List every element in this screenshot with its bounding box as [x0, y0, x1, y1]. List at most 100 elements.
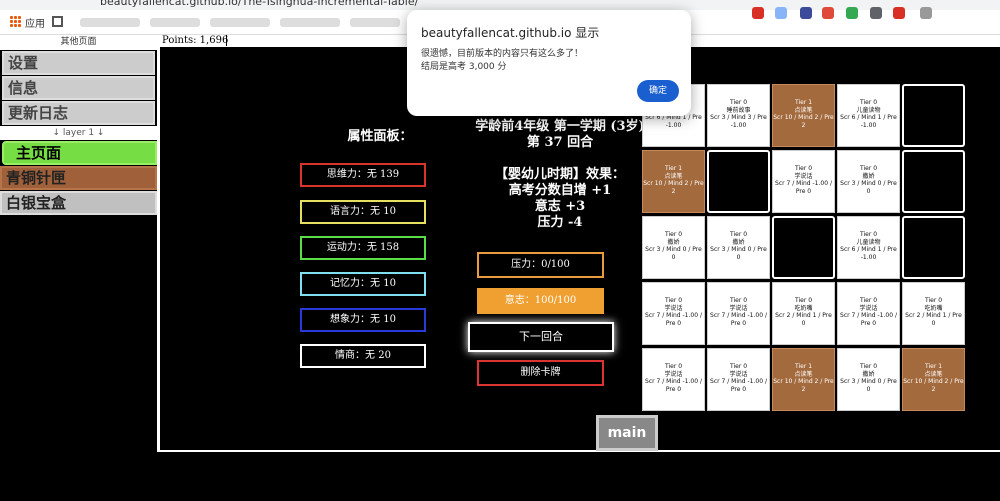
empty-card-slot[interactable]	[772, 216, 835, 279]
layer-label: ↓ layer 1 ↓	[0, 126, 157, 140]
card[interactable]: Tier 0 学说话 Scr 7 / Mind -1.00 / Pre 0	[772, 150, 835, 213]
bronze-box-tab[interactable]: 青铜针匣	[0, 166, 157, 190]
extension-icon[interactable]	[893, 7, 905, 19]
card-stats: Scr 7 / Mind -1.00 / Pre 0	[775, 180, 832, 195]
card[interactable]: Tier 0 学说话 Scr 7 / Mind -1.00 / Pre 0	[642, 282, 705, 345]
card-stats: Scr 3 / Mind 0 / Pre 0	[645, 246, 702, 261]
card-tier: Tier 1	[794, 363, 813, 370]
card-name: 吃奶嘴	[924, 304, 943, 312]
tab-grid-icon[interactable]	[52, 16, 63, 27]
card-stats: Scr 3 / Mind 3 / Pre -1.00	[710, 114, 767, 129]
extension-icon[interactable]	[775, 7, 787, 19]
card-stats: Scr 10 / Mind 2 / Pre 2	[643, 180, 704, 195]
attribute-language: 语言力：无 10	[300, 200, 426, 224]
changelog-button[interactable]: 更新日志	[2, 101, 155, 125]
extension-icon[interactable]	[822, 7, 834, 19]
alert-dialog: beautyfallencat.github.io 显示 很遗憾，目前版本的内容…	[407, 10, 691, 116]
apps-icon[interactable]	[10, 16, 21, 27]
card-tier: Tier 0	[794, 165, 813, 172]
card-tier: Tier 0	[729, 363, 748, 370]
dialog-title: beautyfallencat.github.io 显示	[421, 26, 600, 40]
card[interactable]: Tier 0 撒娇 Scr 3 / Mind 0 / Pre 0	[707, 216, 770, 279]
card[interactable]: Tier 0 学说话 Scr 7 / Mind -1.00 / Pre 0	[642, 348, 705, 411]
effects-info: 【婴幼儿时期】效果： 高考分数自增 +1 意志 +3 压力 -4	[450, 167, 670, 231]
card[interactable]: Tier 0 儿童读物 Scr 6 / Mind 1 / Pre -1.00	[837, 84, 900, 147]
main-page-tab[interactable]: 主页面	[2, 141, 157, 165]
card-tier: Tier 0	[924, 297, 943, 304]
will-button[interactable]: 意志：100/100	[477, 288, 604, 314]
bookmark-apps[interactable]: 应用	[25, 15, 45, 30]
card[interactable]: Tier 1 点读笔 Scr 10 / Mind 2 / Pre 2	[642, 150, 705, 213]
attribute-thinking: 思维力：无 139	[300, 163, 426, 187]
card[interactable]: Tier 0 撒娇 Scr 3 / Mind 0 / Pre 0	[642, 216, 705, 279]
empty-card-slot[interactable]	[707, 150, 770, 213]
card-tier: Tier 0	[859, 99, 878, 106]
effect-line: 意志 +3	[534, 199, 586, 214]
card-tier: Tier 0	[794, 297, 813, 304]
card[interactable]: Tier 0 儿童读物 Scr 6 / Mind 1 / Pre -1.00	[837, 216, 900, 279]
card[interactable]: Tier 1 点读笔 Scr 10 / Mind 2 / Pre 2	[902, 348, 965, 411]
pressure-button[interactable]: 压力：0/100	[477, 252, 604, 278]
extension-icon[interactable]	[846, 7, 858, 19]
extension-icon[interactable]	[752, 7, 764, 19]
card-name: 撒娇	[862, 172, 875, 180]
sidebar-header: 其他页面	[0, 35, 157, 50]
url-text[interactable]: beautyfallencat.github.io/The-Tsinghua-I…	[100, 0, 418, 8]
extension-icon[interactable]	[870, 7, 882, 19]
extension-icon[interactable]	[800, 7, 812, 19]
card-stats: Scr 3 / Mind 0 / Pre 0	[840, 180, 897, 195]
extension-icon[interactable]	[920, 7, 932, 19]
empty-card-slot[interactable]	[902, 150, 965, 213]
card-stats: Scr 6 / Mind 1 / Pre -1.00	[840, 114, 897, 129]
silver-box-tab[interactable]: 白银宝盒	[0, 191, 157, 215]
card-name: 撒娇	[667, 238, 680, 246]
attribute-imagination: 想象力：无 10	[300, 308, 426, 332]
round-text: 第 37 回合	[526, 135, 594, 150]
card-stats: Scr 7 / Mind -1.00 / Pre 0	[710, 378, 767, 393]
card-name: 儿童读物	[856, 238, 881, 246]
card-stats: Scr 6 / Mind 1 / Pre -1.00	[840, 246, 897, 261]
card-stats: Scr 7 / Mind -1.00 / Pre 0	[645, 378, 702, 393]
card-name: 睡前故事	[726, 106, 751, 114]
attribute-motor: 运动力：无 158	[300, 236, 426, 260]
empty-card-slot[interactable]	[902, 84, 965, 147]
bookmark-item[interactable]	[80, 18, 140, 27]
card-name: 学说话	[729, 370, 748, 378]
card-name: 儿童读物	[856, 106, 881, 114]
card-name: 学说话	[664, 370, 683, 378]
card[interactable]: Tier 0 吃奶嘴 Scr 2 / Mind 1 / Pre 0	[772, 282, 835, 345]
effect-line: 压力 -4	[537, 215, 583, 230]
delete-card-button[interactable]: 删除卡牌	[477, 360, 604, 386]
card-stats: Scr 6 / Mind 1 / Pre -1.00	[645, 114, 702, 129]
card[interactable]: Tier 0 睡前故事 Scr 3 / Mind 3 / Pre -1.00	[707, 84, 770, 147]
card[interactable]: Tier 1 点读笔 Scr 10 / Mind 2 / Pre 2	[772, 348, 835, 411]
card[interactable]: Tier 0 学说话 Scr 7 / Mind -1.00 / Pre 0	[707, 348, 770, 411]
card[interactable]: Tier 0 撒娇 Scr 3 / Mind 0 / Pre 0	[837, 150, 900, 213]
card-tier: Tier 0	[729, 297, 748, 304]
card[interactable]: Tier 0 学说话 Scr 7 / Mind -1.00 / Pre 0	[707, 282, 770, 345]
bookmark-item[interactable]	[350, 18, 400, 27]
card[interactable]: Tier 0 吃奶嘴 Scr 2 / Mind 1 / Pre 0	[902, 282, 965, 345]
card-stats: Scr 7 / Mind -1.00 / Pre 0	[710, 312, 767, 327]
card-stats: Scr 2 / Mind 1 / Pre 0	[905, 312, 962, 327]
next-round-button[interactable]: 下一回合	[468, 322, 614, 352]
bookmark-item[interactable]	[210, 18, 270, 27]
attribute-eq: 情商：无 20	[300, 344, 426, 368]
settings-button[interactable]: 设置	[2, 51, 155, 75]
card-stats: Scr 7 / Mind -1.00 / Pre 0	[645, 312, 702, 327]
dialog-ok-button[interactable]: 确定	[637, 80, 679, 102]
card-stats: Scr 7 / Mind -1.00 / Pre 0	[840, 312, 897, 327]
card[interactable]: Tier 0 学说话 Scr 7 / Mind -1.00 / Pre 0	[837, 282, 900, 345]
points-divider	[226, 35, 227, 46]
card-grid: Tier 0睡前故事Scr 6 / Mind 1 / Pre -1.00Tier…	[642, 84, 968, 414]
card[interactable]: Tier 0 撒娇 Scr 3 / Mind 0 / Pre 0	[837, 348, 900, 411]
main-tab-button[interactable]: main	[596, 415, 658, 451]
card-stats: Scr 10 / Mind 2 / Pre 2	[903, 378, 964, 393]
bookmark-item[interactable]	[280, 18, 340, 27]
card-stats: Scr 3 / Mind 0 / Pre 0	[710, 246, 767, 261]
card[interactable]: Tier 1 点读笔 Scr 10 / Mind 2 / Pre 2	[772, 84, 835, 147]
card-tier: Tier 0	[664, 297, 683, 304]
bookmark-item[interactable]	[150, 18, 200, 27]
info-button[interactable]: 信息	[2, 76, 155, 100]
empty-card-slot[interactable]	[902, 216, 965, 279]
